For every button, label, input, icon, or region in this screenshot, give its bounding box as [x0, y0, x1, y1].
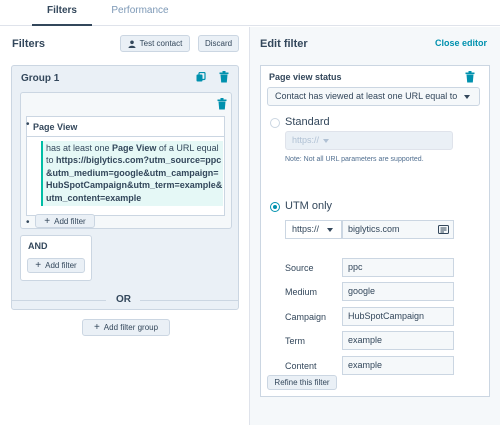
plus-icon: +: [44, 215, 51, 227]
domain-input[interactable]: biglytics.com: [342, 220, 454, 239]
term-input[interactable]: example: [342, 331, 454, 350]
filter-type-label: Page View: [33, 122, 78, 132]
divider: [27, 136, 224, 137]
chevron-down-icon: [464, 95, 470, 99]
test-contact-label: Test contact: [139, 39, 183, 48]
standard-protocol-select: https://: [285, 131, 453, 150]
plus-icon: +: [93, 322, 100, 333]
filter-block: Page View • has at least one Page View o…: [20, 92, 232, 229]
domain-value: biglytics.com: [348, 224, 400, 234]
content-label: Content: [285, 361, 317, 371]
add-filter-group-label: Add filter group: [103, 323, 159, 332]
or-label: OR: [116, 294, 131, 305]
chevron-down-icon: [323, 139, 329, 143]
and-label: AND: [28, 241, 48, 251]
trash-icon[interactable]: [219, 71, 229, 83]
source-input[interactable]: ppc: [342, 258, 454, 277]
trash-icon[interactable]: [465, 71, 475, 83]
url-params-icon[interactable]: [438, 225, 449, 234]
filters-panel: Filters Test contact Discard Group 1 Pag…: [0, 27, 249, 425]
add-filter-label: Add filter: [54, 216, 86, 226]
term-label: Term: [285, 336, 305, 346]
or-divider-right: [140, 300, 239, 301]
refine-filter-button[interactable]: Refine this filter: [267, 375, 337, 390]
filters-title: Filters: [12, 38, 46, 50]
trash-icon[interactable]: [217, 98, 227, 110]
plus-icon: +: [35, 260, 42, 271]
campaign-input[interactable]: HubSpotCampaign: [342, 307, 454, 326]
copy-icon[interactable]: [196, 72, 206, 82]
filter-description[interactable]: has at least one Page View of a URL equa…: [41, 141, 223, 207]
standard-radio[interactable]: [270, 118, 280, 128]
protocol-value: https://: [292, 224, 320, 234]
medium-input[interactable]: google: [342, 282, 454, 301]
discard-button[interactable]: Discard: [198, 35, 239, 52]
add-filter-group-button[interactable]: + Add filter group: [82, 319, 170, 336]
desc-prefix: has at least one: [46, 143, 113, 153]
tab-performance[interactable]: Performance: [108, 5, 172, 16]
medium-label: Medium: [285, 287, 318, 297]
person-icon: [128, 40, 136, 48]
tab-filters[interactable]: Filters: [32, 5, 92, 26]
standard-protocol-value: https://: [292, 135, 320, 145]
test-contact-button[interactable]: Test contact: [120, 35, 190, 52]
page-view-status-select[interactable]: Contact has viewed at least one URL equa…: [267, 87, 480, 106]
content-input[interactable]: example: [342, 356, 454, 375]
utm-only-radio[interactable]: [270, 202, 280, 212]
page-view-status-title: Page view status: [269, 72, 342, 82]
desc-url: https://biglytics.com?utm_source=ppc&utm…: [46, 155, 223, 203]
tab-bar: Filters Performance: [0, 0, 500, 26]
campaign-label: Campaign: [285, 312, 327, 322]
and-block: AND + Add filter: [20, 235, 92, 281]
add-filter-label: Add filter: [45, 261, 77, 270]
or-divider-left: [11, 300, 106, 301]
protocol-select[interactable]: https://: [285, 220, 342, 239]
url-params-note: Note: Not all URL parameters are support…: [285, 156, 424, 163]
group-title: Group 1: [21, 73, 60, 84]
add-filter-button[interactable]: + Add filter: [27, 258, 85, 273]
edit-filter-panel: Edit filter Close editor Page view statu…: [250, 27, 500, 425]
source-label: Source: [285, 263, 314, 273]
edit-filter-title: Edit filter: [260, 38, 308, 50]
desc-event: Page View: [112, 143, 157, 153]
close-editor-link[interactable]: Close editor: [435, 38, 487, 48]
standard-radio-label[interactable]: Standard: [285, 116, 330, 128]
bullet: •: [26, 217, 30, 228]
add-filter-button[interactable]: + Add filter: [35, 214, 95, 228]
filter-group-1: Group 1 Page View • has at least one Pag…: [11, 65, 239, 310]
utm-only-radio-label[interactable]: UTM only: [285, 200, 332, 212]
chevron-down-icon: [327, 228, 333, 232]
bullet: •: [26, 119, 30, 130]
edit-filter-card: Page view status Contact has viewed at l…: [260, 65, 490, 397]
status-select-value: Contact has viewed at least one URL equa…: [275, 91, 458, 101]
